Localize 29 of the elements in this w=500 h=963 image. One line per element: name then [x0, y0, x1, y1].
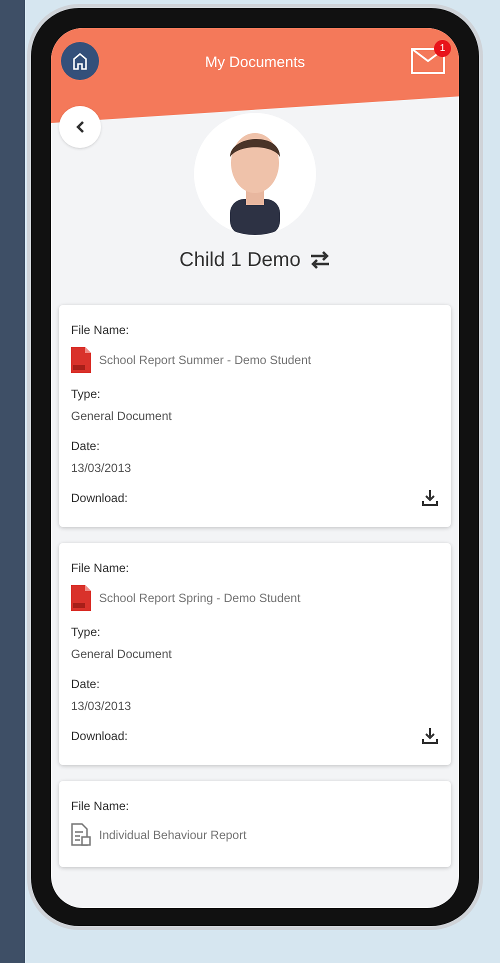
swap-icon[interactable]: [308, 251, 331, 269]
file-name-link[interactable]: School Report Spring - Demo Student: [99, 589, 300, 607]
pdf-file-icon: [71, 585, 91, 611]
field-label: Download:: [71, 728, 128, 745]
back-button[interactable]: [59, 106, 101, 148]
home-button[interactable]: [61, 42, 99, 80]
download-icon[interactable]: [421, 489, 439, 507]
field-label: Type:: [71, 386, 100, 403]
field-label: File Name:: [71, 560, 130, 577]
notification-badge: 1: [434, 40, 451, 57]
field-label: Type:: [71, 624, 100, 641]
child-name: Child 1 Demo: [179, 248, 301, 273]
field-label: File Name:: [71, 322, 130, 339]
download-icon[interactable]: [421, 727, 439, 745]
page-title: My Documents: [204, 53, 306, 73]
field-label: Date:: [71, 438, 100, 455]
field-label: File Name:: [71, 798, 130, 815]
field-value: General Document: [71, 646, 173, 663]
field-value: 13/03/2013: [71, 460, 132, 477]
document-icon: [71, 823, 91, 847]
field-label: Date:: [71, 676, 100, 693]
home-icon: [72, 52, 88, 70]
field-label: Download:: [71, 490, 128, 507]
field-value: 13/03/2013: [71, 698, 132, 715]
back-icon: [75, 120, 85, 134]
file-name-link[interactable]: School Report Summer - Demo Student: [99, 351, 312, 369]
pdf-file-icon: [71, 347, 91, 373]
file-name-link[interactable]: Individual Behaviour Report: [99, 826, 246, 844]
field-value: General Document: [71, 408, 173, 425]
